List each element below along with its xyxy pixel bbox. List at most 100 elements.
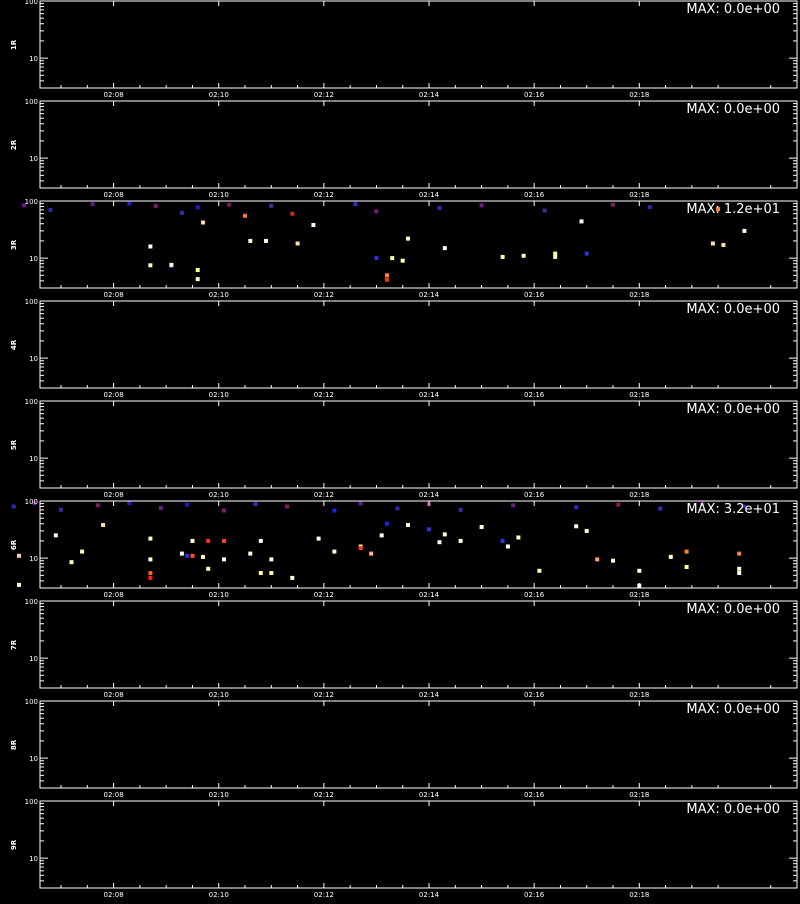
data-cell (153, 203, 158, 208)
panel-label: 9R (10, 839, 18, 850)
data-cell (479, 203, 484, 208)
data-cell (243, 213, 247, 218)
panel-label: 8R (10, 739, 18, 750)
data-cell (442, 532, 447, 537)
x-tick-label: 02:16 (524, 891, 545, 899)
x-tick-label: 02:16 (524, 691, 545, 699)
x-tick-label: 02:14 (419, 691, 440, 699)
max-label: MAX: 0.0e+00 (686, 702, 780, 717)
panel-frame (39, 600, 798, 689)
data-cell (316, 536, 321, 541)
data-cell (553, 251, 558, 256)
data-cell (637, 568, 642, 573)
data-cell (379, 533, 384, 538)
data-cell (179, 210, 184, 215)
data-cell (332, 549, 337, 554)
max-label: MAX: 1.2e+01 (686, 202, 780, 217)
x-tick-label: 02:12 (314, 491, 334, 499)
x-tick-label: 02:14 (419, 91, 440, 99)
panel-frame (39, 100, 798, 189)
data-cell (406, 236, 410, 241)
x-tick-label: 02:12 (314, 391, 334, 399)
data-cell (148, 571, 153, 575)
data-cell (148, 263, 153, 268)
data-cell (269, 571, 274, 575)
x-tick-label: 02:10 (209, 591, 229, 599)
data-cell (437, 206, 442, 211)
data-cell (258, 538, 263, 543)
max-label: MAX: 0.0e+00 (686, 402, 780, 417)
panel-label: 6R (10, 539, 18, 550)
data-cell (737, 551, 742, 556)
data-cell (616, 502, 621, 507)
y-tick-label: 100 (25, 798, 38, 806)
data-cell (185, 502, 190, 507)
data-cell (17, 582, 21, 587)
x-tick-label: 02:08 (104, 891, 124, 899)
max-label: MAX: 3.2e+01 (686, 502, 780, 517)
data-cell (53, 533, 58, 538)
data-cell (505, 544, 510, 549)
data-cell (385, 277, 389, 282)
x-tick-label: 02:12 (314, 591, 334, 599)
data-cell (458, 538, 463, 543)
panel-6r: 100 10 02:08 02:10 02:12 02:14 02:16 02:18 6R MAX… (10, 498, 798, 599)
data-cell (374, 209, 379, 214)
y-tick-label: 100 (25, 498, 38, 506)
data-cell (385, 273, 389, 278)
x-tick-label: 02:08 (104, 391, 124, 399)
x-tick-label: 02:12 (314, 891, 334, 899)
panel-frame (39, 800, 798, 889)
x-tick-label: 02:12 (314, 91, 334, 99)
y-tick-label: 100 (25, 0, 38, 6)
y-tick-label: 100 (25, 598, 38, 606)
data-cell (269, 557, 274, 562)
data-cell (516, 535, 521, 540)
y-tick-label: 10 (29, 355, 38, 363)
x-tick-label: 02:18 (629, 91, 649, 99)
data-cell (437, 540, 442, 545)
data-cell (579, 219, 584, 224)
data-cell (353, 202, 358, 207)
data-cell (406, 523, 410, 527)
y-tick-label: 100 (25, 198, 38, 206)
data-cell (201, 220, 205, 225)
data-cell (190, 553, 195, 558)
data-cell (742, 228, 747, 233)
data-cell (584, 251, 589, 256)
data-cell (222, 538, 226, 543)
x-tick-label: 02:08 (104, 91, 124, 99)
panel-frame (39, 0, 798, 89)
y-tick-label: 100 (25, 398, 38, 406)
data-cell (400, 258, 405, 263)
data-cell (737, 571, 742, 575)
data-cell (574, 524, 579, 529)
max-label: MAX: 0.0e+00 (686, 102, 780, 117)
x-tick-label: 02:08 (104, 191, 124, 199)
panel-9r: 100 10 02:08 02:10 02:12 02:14 02:16 02:18 9R MAX… (10, 798, 798, 899)
data-cell (148, 536, 153, 541)
x-tick-label: 02:14 (419, 391, 440, 399)
x-tick-label: 02:08 (104, 791, 124, 799)
data-cell (611, 202, 615, 207)
data-cell (369, 551, 374, 556)
max-label: MAX: 0.0e+00 (686, 602, 780, 617)
panel-frame (39, 500, 798, 589)
x-tick-label: 02:18 (629, 391, 649, 399)
data-cell (264, 238, 268, 243)
x-tick-label: 02:14 (419, 791, 440, 799)
data-cell (59, 507, 63, 512)
y-tick-label: 10 (29, 255, 38, 263)
panel-frame (39, 200, 798, 289)
data-cell (311, 223, 316, 227)
data-cell (148, 244, 153, 249)
data-cell (195, 277, 200, 282)
x-tick-label: 02:12 (314, 191, 334, 199)
panel-3r: 100 10 02:08 02:10 02:12 02:14 02:16 02:18 3R MAX… (10, 198, 798, 299)
panel-4r: 100 10 02:08 02:10 02:12 02:14 02:16 02:18 4R MAX… (10, 298, 798, 399)
panel-2r: 100 10 02:08 02:10 02:12 02:14 02:16 02:18 2R MAX… (10, 98, 798, 199)
x-tick-label: 02:14 (419, 491, 440, 499)
data-cell (179, 551, 184, 556)
y-tick-label: 10 (29, 655, 38, 663)
data-cell (127, 201, 132, 206)
